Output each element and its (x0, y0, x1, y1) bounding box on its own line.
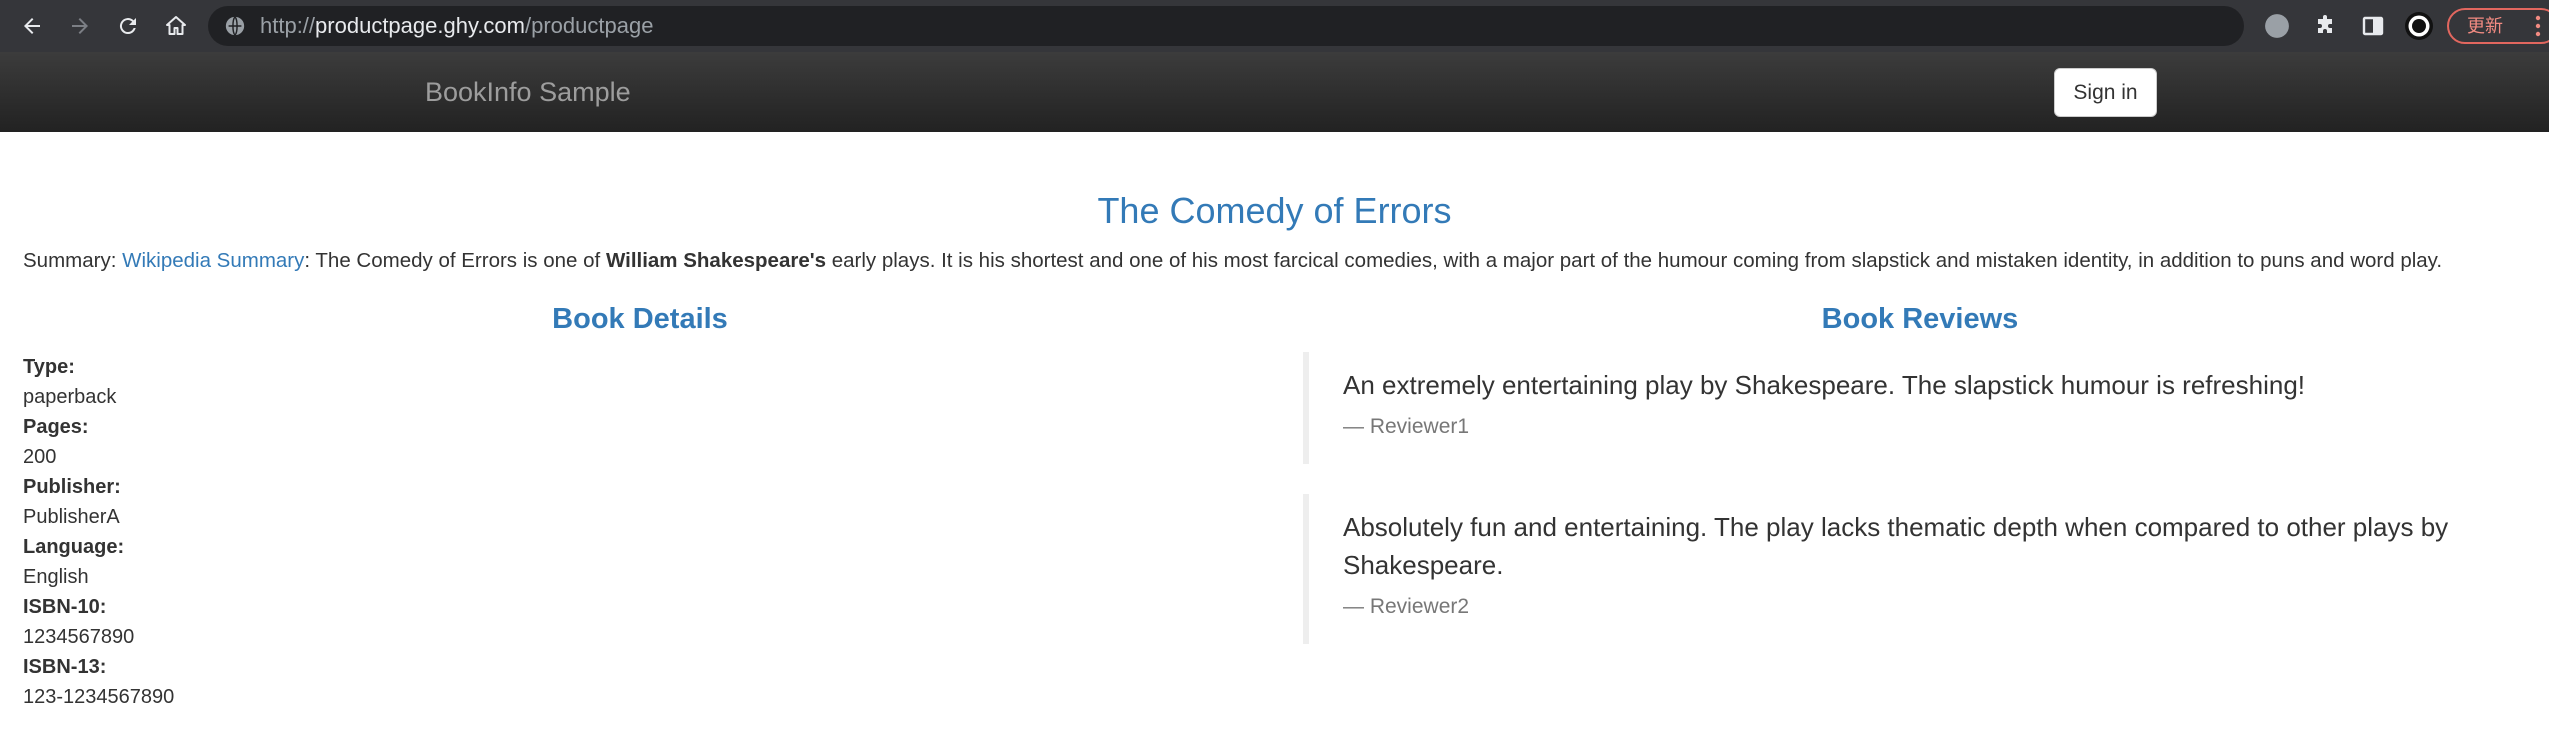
summary-mid: : The Comedy of Errors is one of (304, 249, 606, 272)
profile-circle-icon (2265, 14, 2289, 38)
url-text: http://productpage.ghy.com/productpage (260, 15, 653, 37)
detail-label-isbn10: ISBN-10: (23, 596, 107, 618)
app-navbar: BookInfo Sample Sign in (0, 52, 2549, 132)
back-arrow-icon (24, 18, 40, 34)
avatar-icon (2405, 12, 2433, 40)
profile-avatar-button[interactable] (2405, 12, 2433, 40)
back-button[interactable] (17, 11, 47, 41)
review-author: — Reviewer2 (1343, 595, 1470, 618)
detail-value-type: paperback (23, 386, 117, 408)
url-path: /productpage (525, 13, 654, 38)
book-details-list: Type: paperback Pages: 200 Publisher: Pu… (23, 352, 174, 712)
detail-value-pages: 200 (23, 446, 57, 468)
side-panel-icon (2362, 16, 2384, 36)
summary-prefix: Summary: (23, 249, 123, 272)
detail-label-publisher: Publisher: (23, 476, 121, 498)
review-text: An extremely entertaining play by Shakes… (1343, 370, 2306, 400)
detail-label-type: Type: (23, 356, 75, 378)
product-summary: Summary: Wikipedia Summary: The Comedy o… (23, 247, 2543, 275)
side-panel-button[interactable] (2359, 12, 2387, 40)
detail-value-language: English (23, 566, 89, 588)
detail-value-isbn13: 123-1234567890 (23, 686, 175, 708)
review-author: — Reviewer1 (1343, 415, 1470, 438)
detail-value-publisher: PublisherA (23, 506, 120, 528)
brand-link[interactable]: BookInfo Sample (425, 76, 631, 108)
home-button[interactable] (161, 11, 191, 41)
address-bar[interactable]: http://productpage.ghy.com/productpage (208, 6, 2244, 46)
profile-extension-button[interactable] (2263, 12, 2291, 40)
review-text: Absolutely fun and entertaining. The pla… (1343, 512, 2449, 580)
reload-icon (119, 18, 136, 35)
forward-button[interactable] (65, 11, 95, 41)
book-reviews-heading: Book Reviews (1821, 303, 2019, 335)
detail-label-language: Language: (23, 536, 125, 558)
sign-in-button[interactable]: Sign in (2054, 68, 2157, 117)
forward-arrow-icon (72, 18, 88, 34)
update-button[interactable]: 更新 (2447, 8, 2549, 44)
kebab-menu-icon[interactable] (2535, 15, 2541, 37)
reload-button[interactable] (113, 11, 143, 41)
detail-label-pages: Pages: (23, 416, 89, 438)
update-label: 更新 (2467, 16, 2503, 36)
review-card: Absolutely fun and entertaining. The pla… (1303, 494, 2543, 644)
url-host: productpage.ghy.com (315, 13, 525, 38)
extensions-puzzle-icon (2318, 15, 2332, 33)
wikipedia-summary-link[interactable]: Wikipedia Summary (122, 249, 304, 272)
detail-value-isbn10: 1234567890 (23, 626, 135, 648)
review-card: An extremely entertaining play by Shakes… (1303, 352, 2543, 464)
summary-author: William Shakespeare's (605, 249, 827, 272)
summary-rest: early plays. It is his shortest and one … (826, 249, 2443, 272)
browser-toolbar: http://productpage.ghy.com/productpage 更… (0, 0, 2549, 52)
url-prefix: http:// (260, 13, 316, 38)
product-title: The Comedy of Errors (1097, 190, 1452, 231)
home-icon (166, 16, 186, 35)
site-info-icon[interactable] (224, 15, 246, 37)
extensions-button[interactable] (2311, 12, 2339, 40)
detail-label-isbn13: ISBN-13: (23, 656, 107, 678)
book-details-heading: Book Details (552, 303, 728, 335)
